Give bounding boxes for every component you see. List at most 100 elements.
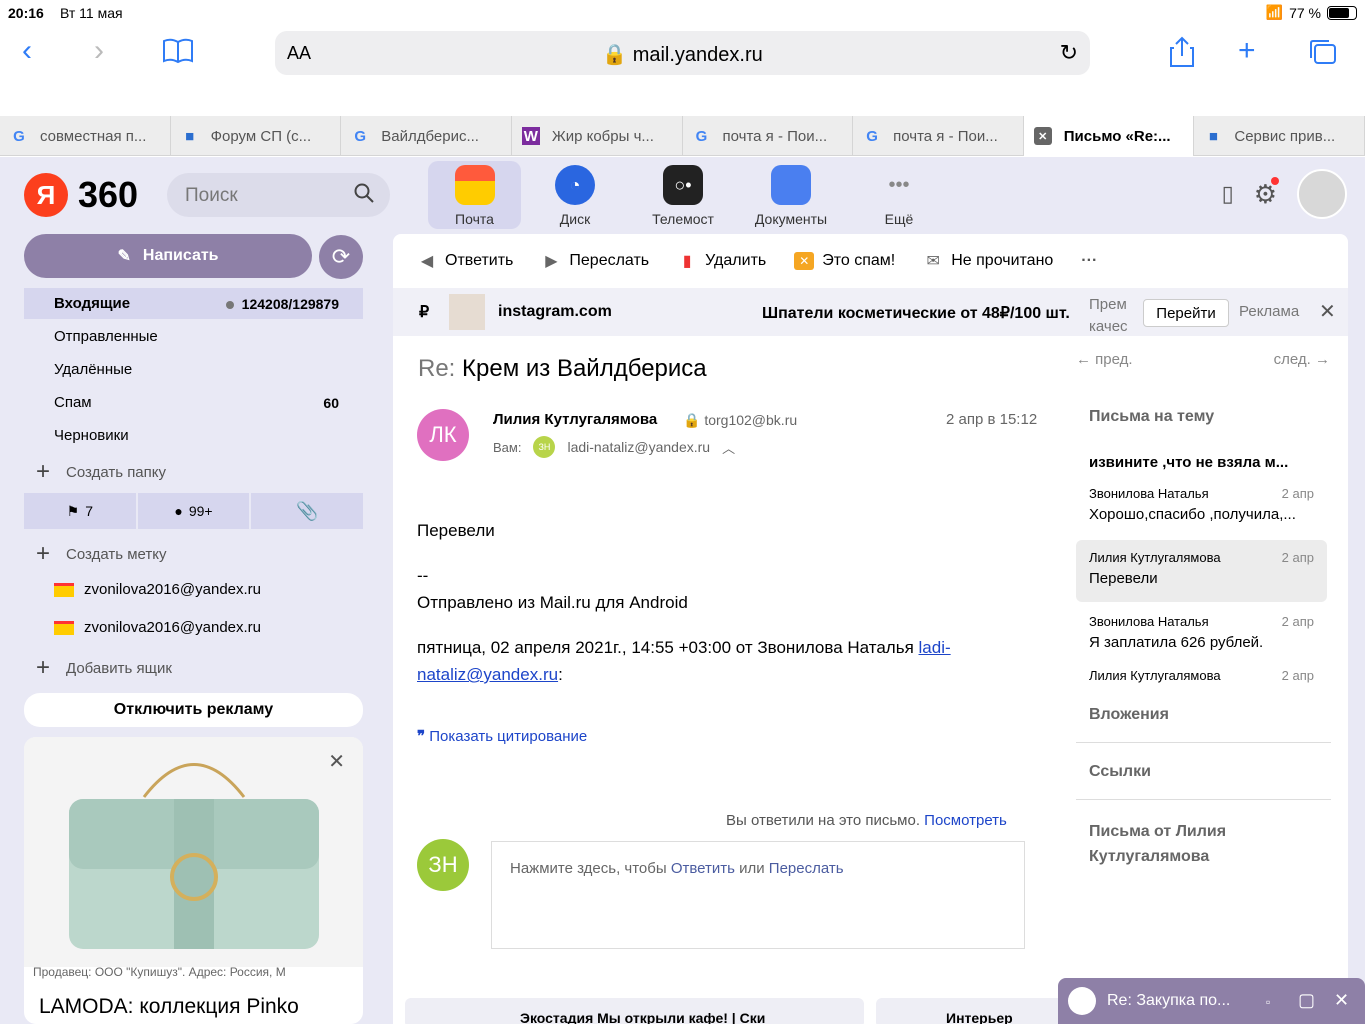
spam-button[interactable]: ✕ Это спам!: [794, 252, 895, 270]
tab-2[interactable]: G Вайлдберис...: [341, 116, 512, 156]
links-section[interactable]: Ссылки: [1089, 763, 1151, 781]
more-actions-button[interactable]: ···: [1081, 252, 1097, 270]
ad-title[interactable]: LAMODA: коллекция Pinko: [39, 995, 299, 1019]
thread-message-text: Я заплатила 626 рублей.: [1089, 634, 1264, 651]
folder-inbox[interactable]: Входящие 124208/129879: [24, 288, 363, 319]
user-avatar[interactable]: [1297, 169, 1347, 219]
tab-6-active[interactable]: ✕ Письмо «Re:...: [1023, 116, 1195, 156]
quote-email-link-2[interactable]: nataliz@yandex.ru: [417, 665, 558, 684]
thread-message-date: 2 апр: [1281, 668, 1314, 683]
service-documents[interactable]: Документы: [737, 161, 845, 229]
prev-label: пред.: [1095, 351, 1133, 368]
filter-attachments[interactable]: 📎: [251, 493, 364, 529]
new-tab-icon[interactable]: +: [1238, 36, 1256, 66]
next-letter-button[interactable]: след. →: [1274, 351, 1330, 368]
tabs-overview-icon[interactable]: [1308, 38, 1338, 72]
quote-header-text: пятница, 02 апреля 2021г., 14:55 +03:00 …: [417, 638, 919, 657]
mailbox-item-0[interactable]: zvonilova2016@yandex.ru: [54, 581, 261, 598]
search-input[interactable]: Поиск: [167, 173, 390, 217]
close-popup-icon[interactable]: ✕: [1334, 990, 1349, 1011]
tab-0[interactable]: Gсовместная п...: [0, 116, 171, 156]
tab-label: Форум СП (с...: [210, 127, 312, 145]
back-icon[interactable]: ‹: [22, 36, 32, 66]
folder-spam[interactable]: Спам 60: [24, 387, 363, 418]
letters-from-section[interactable]: Письма от Лилия Кутлугалямова: [1089, 819, 1226, 869]
thread-subject[interactable]: извините ,что не взяла м...: [1089, 454, 1288, 471]
view-reply-link[interactable]: Посмотреть: [924, 812, 1007, 829]
attachments-section[interactable]: Вложения: [1089, 706, 1169, 724]
ad-premium-text: Прем качес: [1089, 294, 1128, 338]
filter-flagged[interactable]: ⚑ 7: [24, 493, 136, 529]
bookmarks-icon[interactable]: [162, 38, 194, 70]
thread-message[interactable]: Звонилова Наталья 2 апр Я заплатила 626 …: [1076, 604, 1327, 666]
expand-icon[interactable]: ▢: [1298, 990, 1315, 1011]
settings-gear-icon[interactable]: ⚙: [1254, 176, 1279, 210]
related-card-1[interactable]: Экостадия Мы открыли кафе! | Ски: [405, 998, 864, 1024]
filter-unread[interactable]: ● 99+: [137, 493, 250, 529]
tab-7[interactable]: ■ Сервис прив...: [1194, 116, 1365, 156]
quote-email-link[interactable]: ladi-: [919, 638, 951, 657]
reply-ph-reply-link[interactable]: Ответить: [671, 860, 735, 877]
forward-icon[interactable]: ›: [94, 36, 104, 66]
service-disk[interactable]: ◔ Диск: [521, 161, 629, 229]
close-tab-icon[interactable]: ✕: [1033, 127, 1052, 145]
forward-button[interactable]: ▶ Переслать: [541, 252, 649, 270]
address-bar[interactable]: AA 🔒 mail.yandex.ru ↻: [275, 31, 1090, 75]
close-ad-icon[interactable]: ✕: [328, 749, 345, 774]
tab-5[interactable]: Gпочта я - Пои...: [853, 116, 1024, 156]
thread-message[interactable]: Лилия Кутлугалямова 2 апр: [1076, 658, 1327, 686]
sidebar-ad-card[interactable]: ✕ Продавец: ООО "Купишуз". Адрес: Россия…: [24, 737, 363, 1024]
quick-reply-box[interactable]: Нажмите здесь, чтобы Ответить или Пересл…: [491, 841, 1025, 949]
letter-ad-bar[interactable]: ₽ instagram.com Шпатели косметические от…: [393, 288, 1348, 336]
tab-3[interactable]: W Жир кобры ч...: [512, 116, 683, 156]
thread-message-text: Перевели: [1089, 570, 1158, 587]
delete-button[interactable]: ▮ Удалить: [677, 252, 767, 270]
compose-button[interactable]: ✎ Написать: [24, 234, 312, 278]
sender-avatar[interactable]: ЛК: [417, 409, 469, 461]
layout-icon[interactable]: ▯: [1222, 181, 1234, 207]
create-folder-link[interactable]: + Создать папку: [36, 458, 166, 486]
ad-go-button[interactable]: Перейти: [1143, 299, 1229, 327]
service-telemost[interactable]: ○• Телемост: [629, 161, 737, 229]
recipient-email[interactable]: ladi-nataliz@yandex.ru: [567, 439, 710, 455]
disable-ads-button[interactable]: Отключить рекламу: [24, 693, 363, 727]
service-mail[interactable]: Почта: [428, 161, 521, 229]
thread-message-current[interactable]: Лилия Кутлугалямова 2 апр Перевели: [1076, 540, 1327, 602]
mark-unread-button[interactable]: ✉ Не прочитано: [923, 252, 1054, 270]
tab-1[interactable]: ■ Форум СП (с...: [171, 116, 342, 156]
add-mailbox-link[interactable]: + Добавить ящик: [36, 654, 172, 682]
chevron-up-icon[interactable]: ︿: [722, 438, 735, 457]
plus-icon: +: [36, 458, 51, 485]
share-icon[interactable]: [1168, 36, 1196, 74]
reply-button[interactable]: ◀ Ответить: [417, 252, 514, 270]
refresh-button[interactable]: ⟳: [319, 235, 363, 279]
tab-4[interactable]: Gпочта я - Пои...: [683, 116, 854, 156]
folder-sent[interactable]: Отправленные: [24, 321, 363, 352]
next-label: след.: [1273, 351, 1311, 368]
folder-drafts[interactable]: Черновики: [24, 420, 363, 451]
show-quote-link[interactable]: ❞ Показать цитирование: [417, 727, 587, 745]
service-more[interactable]: ••• Ещё: [845, 161, 953, 229]
yandex-360-logo[interactable]: Я 360: [24, 173, 138, 217]
reply-ph-text: Нажмите здесь, чтобы: [510, 860, 671, 877]
close-ad-icon[interactable]: ✕: [1319, 299, 1336, 324]
thread-panel: ← пред. след. → Письма на тему извините …: [1076, 336, 1338, 1024]
thread-message[interactable]: Звонилова Наталья 2 апр Хорошо,спасибо ,…: [1076, 476, 1327, 538]
service-label: Ещё: [884, 211, 914, 227]
minimize-icon[interactable]: ▫: [1266, 995, 1270, 1009]
folder-deleted[interactable]: Удалённые: [24, 354, 363, 385]
thread-message-date: 2 апр: [1281, 550, 1314, 565]
prev-letter-button[interactable]: ← пред.: [1076, 351, 1133, 368]
minimized-letter-popup[interactable]: Re: Закупка по... ▫ ▢ ✕: [1058, 978, 1365, 1024]
mailbox-item-1[interactable]: zvonilova2016@yandex.ru: [54, 619, 261, 636]
recipient-avatar: ЗН: [533, 436, 556, 458]
reload-icon[interactable]: ↻: [1060, 40, 1078, 66]
reply-ph-forward-link[interactable]: Переслать: [769, 860, 844, 877]
create-label-link[interactable]: + Создать метку: [36, 540, 166, 568]
sender-name[interactable]: Лилия Кутлугалямова: [493, 411, 657, 428]
to-label: Вам:: [493, 439, 522, 455]
search-icon[interactable]: [354, 183, 374, 209]
sender-email[interactable]: 🔒 torg102@bk.ru: [683, 412, 797, 429]
thread-title[interactable]: Письма на тему: [1089, 408, 1214, 426]
status-right: 📶 77 %: [1266, 4, 1357, 21]
